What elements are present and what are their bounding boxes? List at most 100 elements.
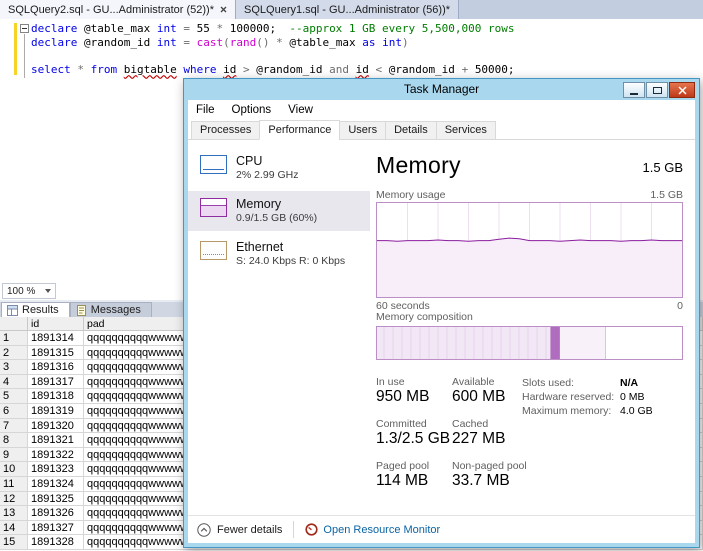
grid-cell[interactable]: 6 bbox=[0, 404, 28, 419]
sidebar-item-detail: 0.9/1.5 GB (60%) bbox=[236, 212, 317, 225]
grid-cell[interactable]: 1891327 bbox=[28, 521, 84, 536]
resource-monitor-icon bbox=[305, 523, 318, 536]
code-token: --approx 1 GB every 5,500,000 rows bbox=[289, 22, 514, 35]
grid-cell[interactable]: 1891314 bbox=[28, 331, 84, 346]
column-header-id[interactable]: id bbox=[28, 317, 84, 331]
close-button[interactable] bbox=[669, 82, 695, 98]
code-token: and bbox=[329, 63, 356, 76]
code-token: cast bbox=[197, 36, 224, 49]
sidebar-item-detail: 2% 2.99 GHz bbox=[236, 169, 298, 182]
code-token: 50000; bbox=[475, 63, 515, 76]
detail-label-slots-used: Slots used: bbox=[522, 377, 574, 389]
grid-cell[interactable]: 1891325 bbox=[28, 492, 84, 507]
grid-cell[interactable]: 1891317 bbox=[28, 375, 84, 390]
zoom-control[interactable]: 100 % bbox=[2, 283, 56, 299]
grid-cell[interactable]: 1891324 bbox=[28, 477, 84, 492]
grid-cell[interactable]: 1891326 bbox=[28, 506, 84, 521]
tab-sqlquery1[interactable]: SQLQuery1.sql - GU...Administrator (56))… bbox=[236, 0, 459, 19]
sidebar-item-label: Ethernet bbox=[236, 240, 345, 255]
titlebar[interactable]: Task Manager bbox=[184, 79, 699, 100]
usage-graph-label: Memory usage bbox=[376, 189, 445, 201]
code-token: @random_id bbox=[256, 63, 329, 76]
tab-messages[interactable]: Messages bbox=[70, 302, 152, 317]
code-token: id bbox=[223, 63, 236, 76]
open-resource-monitor-link[interactable]: Open Resource Monitor bbox=[305, 523, 440, 536]
grid-cell[interactable]: 1891321 bbox=[28, 433, 84, 448]
maximize-button[interactable] bbox=[646, 82, 668, 98]
grid-cell[interactable]: 12 bbox=[0, 492, 28, 507]
sidebar-item-ethernet[interactable]: Ethernet S: 24.0 Kbps R: 0 Kbps bbox=[188, 234, 370, 274]
grid-cell[interactable]: 15 bbox=[0, 535, 28, 550]
grid-cell[interactable]: 5 bbox=[0, 389, 28, 404]
chevron-down-icon bbox=[45, 289, 51, 293]
tab-sqlquery2[interactable]: SQLQuery2.sql - GU...Administrator (52))… bbox=[0, 0, 236, 19]
stat-value-paged-pool: 114 MB bbox=[376, 472, 428, 490]
grid-cell[interactable]: 8 bbox=[0, 433, 28, 448]
code-token: declare bbox=[31, 36, 84, 49]
stat-value-committed: 1.3/2.5 GB bbox=[376, 430, 450, 448]
code-token: id bbox=[356, 63, 369, 76]
code-token: 55 bbox=[197, 22, 217, 35]
outline-collapse-icon[interactable] bbox=[20, 24, 29, 33]
grid-cell[interactable]: 1 bbox=[0, 331, 28, 346]
menu-file[interactable]: File bbox=[196, 104, 215, 116]
grid-cell[interactable]: 1891328 bbox=[28, 535, 84, 550]
close-tab-icon[interactable] bbox=[220, 6, 227, 13]
grid-cell[interactable]: 10 bbox=[0, 462, 28, 477]
memory-usage-graph bbox=[376, 202, 683, 298]
grid-cell[interactable]: 1891323 bbox=[28, 462, 84, 477]
code-token: @random_id bbox=[84, 36, 157, 49]
grid-cell[interactable]: 9 bbox=[0, 448, 28, 463]
caption-buttons bbox=[623, 82, 695, 98]
maximize-icon bbox=[653, 87, 662, 94]
cpu-graph-icon bbox=[200, 155, 227, 174]
menu-options[interactable]: Options bbox=[232, 104, 272, 116]
grid-cell[interactable]: 7 bbox=[0, 419, 28, 434]
code-token: 100000; bbox=[230, 22, 290, 35]
collapse-circle-icon bbox=[197, 523, 211, 537]
tab-processes[interactable]: Processes bbox=[191, 121, 260, 140]
minimize-button[interactable] bbox=[623, 82, 645, 98]
code-token: > bbox=[236, 63, 256, 76]
corner-header-cell[interactable] bbox=[0, 317, 28, 331]
task-manager-footer: Fewer details Open Resource Monitor bbox=[188, 515, 695, 543]
grid-cell[interactable]: 1891322 bbox=[28, 448, 84, 463]
grid-cell[interactable]: 13 bbox=[0, 506, 28, 521]
sidebar-item-memory[interactable]: Memory 0.9/1.5 GB (60%) bbox=[188, 191, 370, 231]
tab-services[interactable]: Services bbox=[436, 121, 496, 140]
task-manager-window: Task Manager File Options View Processes… bbox=[183, 78, 700, 548]
performance-sidebar: CPU 2% 2.99 GHz Memory 0.9/1.5 GB (60%) bbox=[188, 148, 370, 277]
code-token: @table_max bbox=[289, 36, 362, 49]
grid-cell[interactable]: 1891320 bbox=[28, 419, 84, 434]
code-token: select bbox=[31, 63, 77, 76]
code-token: int bbox=[157, 36, 184, 49]
grid-cell[interactable]: 1891315 bbox=[28, 346, 84, 361]
grid-cell[interactable]: 11 bbox=[0, 477, 28, 492]
close-icon bbox=[678, 86, 687, 95]
grid-cell[interactable]: 3 bbox=[0, 360, 28, 375]
grid-cell[interactable]: 1891316 bbox=[28, 360, 84, 375]
grid-cell[interactable]: 2 bbox=[0, 346, 28, 361]
grid-cell[interactable]: 1891319 bbox=[28, 404, 84, 419]
grid-cell[interactable]: 14 bbox=[0, 521, 28, 536]
code-token: as bbox=[362, 36, 382, 49]
code-token: ) bbox=[402, 36, 409, 49]
code-token: from bbox=[91, 63, 124, 76]
grid-cell[interactable]: 4 bbox=[0, 375, 28, 390]
tab-results[interactable]: Results bbox=[1, 302, 70, 317]
fewer-details-button[interactable]: Fewer details bbox=[197, 523, 282, 537]
tab-users[interactable]: Users bbox=[339, 121, 386, 140]
tab-details[interactable]: Details bbox=[385, 121, 437, 140]
sidebar-item-cpu[interactable]: CPU 2% 2.99 GHz bbox=[188, 148, 370, 188]
footer-divider bbox=[293, 521, 294, 538]
tab-performance[interactable]: Performance bbox=[259, 120, 340, 140]
stat-value-non-paged-pool: 33.7 MB bbox=[452, 472, 510, 490]
grid-cell[interactable]: 1891318 bbox=[28, 389, 84, 404]
code-line: select * from bigtable where id > @rando… bbox=[31, 63, 515, 77]
detail-label-maximum-memory: Maximum memory: bbox=[522, 405, 611, 417]
code-token: where bbox=[183, 63, 223, 76]
sql-code[interactable]: declare @table_max int = 55 * 100000; --… bbox=[31, 22, 515, 76]
memory-graph-icon bbox=[200, 198, 227, 217]
detail-value-maximum-memory: 4.0 GB bbox=[620, 405, 653, 417]
menu-view[interactable]: View bbox=[288, 104, 313, 116]
